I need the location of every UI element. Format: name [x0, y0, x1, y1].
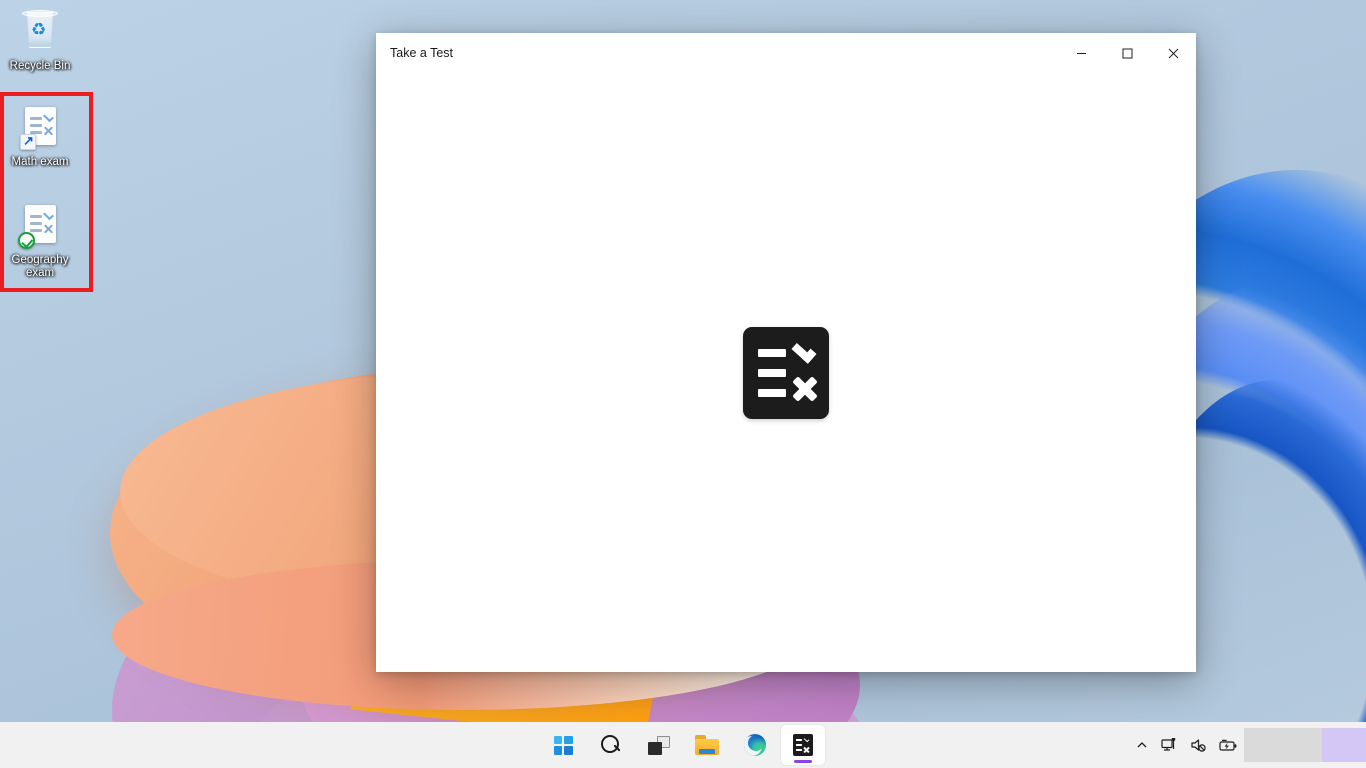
window-content-area[interactable]	[376, 73, 1196, 672]
taskbar-item-take-a-test[interactable]	[781, 725, 825, 765]
taskbar-item-edge[interactable]	[733, 725, 777, 765]
desktop-icon-recycle-bin[interactable]: ♻ Recycle Bin	[2, 8, 78, 73]
task-view-icon	[648, 736, 670, 755]
edge-icon	[744, 734, 766, 756]
window-titlebar[interactable]: Take a Test	[376, 33, 1196, 73]
system-tray	[1129, 722, 1366, 768]
chevron-up-icon[interactable]	[1129, 728, 1155, 762]
exam-document-icon	[16, 104, 64, 152]
folder-icon	[695, 735, 719, 755]
battery-charging-icon[interactable]	[1213, 728, 1244, 762]
desktop-icon-label: Math exam	[2, 156, 78, 169]
desktop[interactable]: ♻ Recycle Bin Math exam	[0, 0, 1366, 768]
monitor-network-icon[interactable]	[1155, 728, 1184, 762]
taskbar-item-start[interactable]	[541, 725, 585, 765]
search-icon	[601, 735, 621, 755]
recycle-bin-icon: ♻	[16, 8, 64, 56]
desktop-icon-math-exam[interactable]: Math exam	[2, 104, 78, 169]
taskbar[interactable]	[0, 722, 1366, 768]
close-button[interactable]	[1150, 33, 1196, 73]
windows-start-icon	[554, 736, 573, 755]
maximize-button[interactable]	[1104, 33, 1150, 73]
taskbar-item-search[interactable]	[589, 725, 633, 765]
shortcut-arrow-icon	[20, 134, 36, 150]
take-a-test-window[interactable]: Take a Test	[376, 33, 1196, 672]
active-app-indicator	[794, 760, 812, 763]
taskbar-items	[541, 722, 825, 768]
notification-area-redacted[interactable]	[1322, 728, 1366, 762]
taskbar-item-task-view[interactable]	[637, 725, 681, 765]
desktop-icon-label: Recycle Bin	[2, 60, 78, 73]
desktop-icon-geography-exam[interactable]: Geography exam	[2, 202, 78, 280]
take-a-test-app-icon	[743, 327, 829, 419]
green-check-badge-icon	[18, 232, 35, 249]
clock-date-redacted[interactable]	[1244, 728, 1322, 762]
take-a-test-icon	[793, 734, 813, 756]
desktop-icon-label: Geography exam	[2, 254, 78, 280]
exam-document-icon	[16, 202, 64, 250]
minimize-button[interactable]	[1058, 33, 1104, 73]
window-title: Take a Test	[376, 33, 1058, 73]
taskbar-item-file-explorer[interactable]	[685, 725, 729, 765]
speaker-muted-icon[interactable]	[1184, 728, 1213, 762]
